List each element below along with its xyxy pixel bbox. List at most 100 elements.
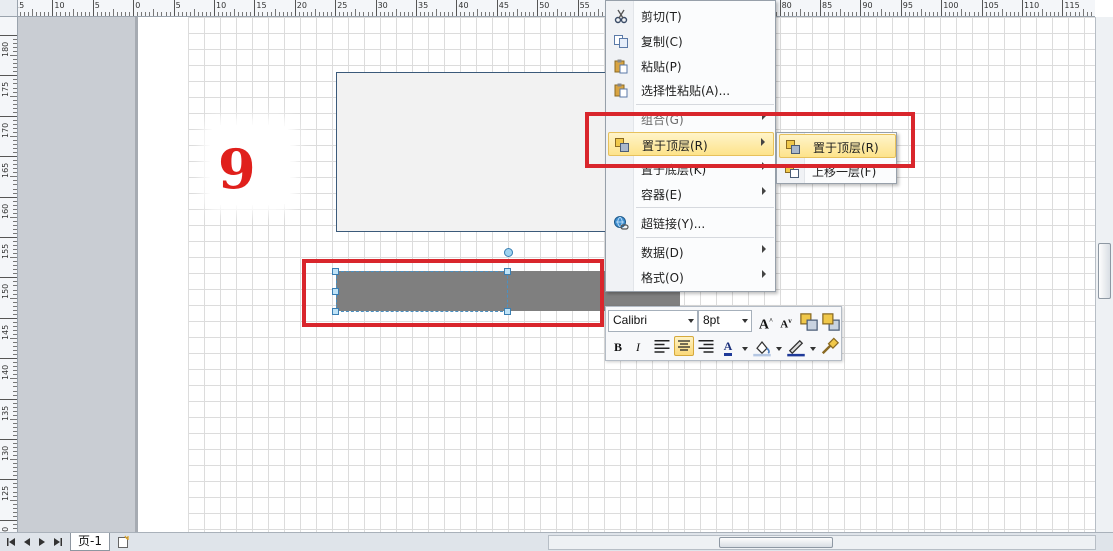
chevron-down-icon[interactable] — [742, 347, 748, 351]
ruler-minor-tick — [185, 12, 187, 16]
align-center-button[interactable] — [674, 336, 694, 356]
ruler-minor-tick — [246, 12, 248, 16]
menu-item-label: 数据(D) — [641, 246, 684, 260]
fill-color-icon[interactable] — [752, 337, 772, 357]
chevron-down-icon[interactable] — [810, 347, 816, 351]
ruler-major-tick — [820, 0, 821, 16]
italic-button[interactable]: I — [628, 337, 648, 357]
ruler-minor-tick — [529, 12, 531, 16]
ruler-minor-tick — [1082, 9, 1084, 16]
font-color-button[interactable]: A — [718, 336, 738, 356]
ruler-minor-tick — [270, 12, 272, 16]
ruler-minor-tick — [13, 220, 17, 222]
menu-item-format[interactable]: 格式(O) — [608, 265, 774, 289]
ruler-minor-tick — [13, 249, 17, 251]
chevron-down-icon — [688, 319, 694, 323]
ruler-minor-tick — [266, 12, 268, 16]
ruler-minor-tick — [411, 12, 413, 16]
ruler-minor-tick — [973, 12, 975, 16]
format-painter-icon[interactable] — [819, 337, 839, 357]
menu-item-cut[interactable]: 剪切(T) — [608, 4, 774, 28]
page-tab-label: 页-1 — [78, 534, 102, 548]
line-color-icon[interactable] — [786, 337, 806, 357]
vertical-scrollbar[interactable] — [1095, 17, 1113, 532]
ruler-minor-tick — [13, 414, 17, 416]
ruler-minor-tick — [13, 342, 17, 344]
ruler-major-tick — [416, 0, 417, 16]
send-to-back-icon[interactable] — [821, 312, 841, 332]
font-name-combo[interactable]: Calibri — [608, 310, 698, 332]
chevron-down-icon[interactable] — [776, 347, 782, 351]
menu-item-copy[interactable]: 复制(C) — [608, 29, 774, 53]
bring-to-front-icon[interactable] — [799, 312, 819, 332]
ruler-minor-tick — [359, 12, 361, 16]
menu-item-label: 剪切(T) — [641, 10, 682, 24]
ruler-label: 45 — [498, 1, 509, 10]
ruler-minor-tick — [13, 410, 17, 412]
rotation-handle[interactable] — [504, 248, 513, 257]
menu-item-data[interactable]: 数据(D) — [608, 240, 774, 264]
first-page-icon[interactable] — [6, 537, 16, 547]
rectangle-shape[interactable] — [336, 72, 608, 232]
ruler-major-tick — [860, 0, 862, 16]
ruler-label: 10 — [216, 1, 227, 10]
horizontal-scrollbar[interactable] — [548, 535, 1096, 550]
grow-font-button[interactable]: A^ — [756, 311, 776, 333]
ruler-minor-tick — [161, 12, 163, 16]
menu-item-paste-special[interactable]: 选择性粘贴(A)... — [608, 78, 774, 102]
ruler-minor-tick — [399, 12, 401, 16]
next-page-icon[interactable] — [37, 537, 47, 547]
horizontal-ruler[interactable]: 1510505101520253035404550556065707580859… — [18, 0, 1095, 17]
menu-item-label: 格式(O) — [641, 271, 684, 285]
shrink-font-button[interactable]: Av — [776, 311, 796, 331]
ruler-minor-tick — [13, 103, 17, 105]
ruler-major-tick — [577, 0, 579, 16]
ruler-minor-tick — [848, 12, 850, 16]
ruler-minor-tick — [13, 261, 17, 263]
last-page-icon[interactable] — [53, 537, 63, 547]
horizontal-scroll-thumb[interactable] — [719, 537, 833, 548]
ruler-minor-tick — [13, 329, 17, 331]
menu-item-hyperlink[interactable]: 超链接(Y)... — [608, 211, 774, 235]
ruler-major-tick — [900, 0, 902, 16]
visio-window: 1510505101520253035404550556065707580859… — [0, 0, 1113, 551]
ruler-minor-tick — [13, 164, 17, 166]
ruler-minor-tick — [533, 12, 535, 16]
bold-button[interactable]: B — [608, 337, 628, 357]
font-size-combo[interactable]: 8pt — [698, 310, 752, 332]
ruler-minor-tick — [96, 12, 98, 16]
insert-page-icon[interactable] — [116, 535, 136, 549]
ruler-minor-tick — [278, 12, 280, 16]
vertical-ruler[interactable]: 180175170165160155150145140135130125120 — [0, 17, 18, 532]
ruler-minor-tick — [13, 188, 17, 190]
ruler-minor-tick — [13, 228, 17, 230]
menu-item-paste[interactable]: 粘贴(P) — [608, 54, 774, 78]
ruler-minor-tick — [597, 9, 599, 16]
ruler-minor-tick — [205, 12, 207, 16]
menu-item-container[interactable]: 容器(E) — [608, 182, 774, 206]
italic-label: I — [636, 340, 640, 354]
ruler-minor-tick — [13, 51, 17, 53]
ruler-minor-tick — [1034, 12, 1036, 16]
ruler-minor-tick — [864, 12, 866, 16]
align-right-icon[interactable] — [696, 337, 716, 357]
ruler-minor-tick — [306, 12, 308, 16]
ruler-minor-tick — [13, 91, 17, 93]
ruler-minor-tick — [440, 12, 442, 16]
page-tab[interactable]: 页-1 — [70, 533, 110, 551]
ruler-minor-tick — [1013, 12, 1015, 16]
ruler-minor-tick — [24, 12, 26, 16]
ruler-label: 90 — [862, 1, 873, 10]
ruler-minor-tick — [13, 180, 17, 182]
previous-page-icon[interactable] — [22, 537, 32, 547]
ruler-minor-tick — [1074, 12, 1076, 16]
vertical-scroll-thumb[interactable] — [1098, 243, 1111, 299]
ruler-minor-tick — [13, 346, 17, 348]
ruler-minor-tick — [13, 131, 17, 133]
ruler-minor-tick — [480, 12, 482, 16]
ruler-minor-tick — [553, 12, 555, 16]
align-left-icon[interactable] — [652, 337, 672, 357]
ruler-minor-tick — [13, 71, 17, 73]
ruler-major-tick — [375, 0, 377, 16]
ruler-minor-tick — [13, 289, 17, 291]
